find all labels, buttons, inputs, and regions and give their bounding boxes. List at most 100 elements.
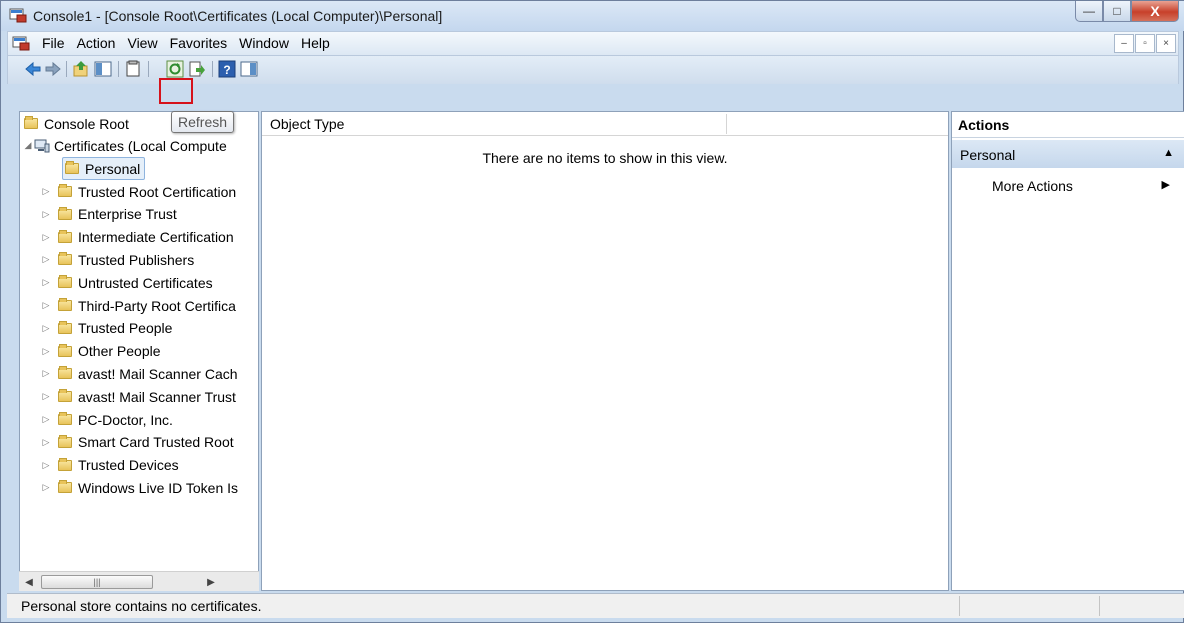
tree-item-label: Enterprise Trust (78, 206, 177, 223)
tree-item[interactable]: ▷ avast! Mail Scanner Trust (40, 385, 236, 408)
tree-item[interactable]: ▷ Trusted Root Certification (40, 180, 237, 203)
forward-icon[interactable] (44, 60, 62, 78)
expand-arrow-icon[interactable]: ▷ (40, 482, 52, 493)
tree-item[interactable]: ▷ Third-Party Root Certifica (40, 294, 236, 317)
title-bar[interactable]: Console1 - [Console Root\Certificates (L… (1, 1, 1184, 31)
properties-icon[interactable] (124, 60, 142, 78)
tree-item[interactable]: ▷ Intermediate Certification (40, 226, 234, 249)
folder-icon (58, 366, 72, 380)
expand-arrow-icon[interactable]: ▷ (40, 186, 52, 197)
menu-bar: File Action View Favorites Window Help –… (7, 31, 1179, 56)
minimize-button[interactable]: — (1075, 1, 1103, 22)
console-tree-pane: Console Root ◢ Certificates (Local Compu… (19, 111, 259, 591)
tree-item[interactable]: ▷ Smart Card Trusted Root (40, 431, 234, 454)
folder-icon (58, 480, 72, 494)
expand-arrow-icon[interactable]: ▷ (40, 460, 52, 471)
expand-arrow-icon[interactable]: ▷ (40, 277, 52, 288)
show-hide-tree-icon[interactable] (94, 60, 112, 78)
computer-icon (34, 139, 50, 152)
console-document-icon[interactable] (12, 35, 30, 51)
status-panel (1099, 596, 1100, 616)
caption-buttons: — □ X (1075, 1, 1179, 23)
maximize-button[interactable]: □ (1103, 1, 1131, 22)
tree-item-label: avast! Mail Scanner Trust (78, 388, 236, 405)
expand-arrow-icon[interactable]: ▷ (40, 300, 52, 311)
collapse-arrow-icon[interactable]: ◢ (22, 140, 34, 151)
scroll-right-icon[interactable]: ▶ (203, 574, 219, 590)
menu-window[interactable]: Window (233, 35, 295, 51)
tree-item-label: Trusted Publishers (78, 251, 195, 268)
tree-item-label: Smart Card Trusted Root (78, 434, 234, 451)
tree-item-console-root[interactable]: Console Root (24, 112, 129, 135)
tree-item-label: Other People (78, 343, 161, 360)
expand-arrow-icon[interactable]: ▷ (40, 323, 52, 334)
tree-item[interactable]: ▷ Trusted Publishers (40, 248, 195, 271)
mdi-close-button[interactable]: × (1156, 34, 1176, 53)
menu-action[interactable]: Action (71, 35, 122, 51)
show-hide-action-icon[interactable] (240, 60, 258, 78)
close-icon: X (1150, 3, 1160, 19)
column-divider[interactable] (726, 114, 727, 134)
expand-arrow-icon[interactable]: ▷ (40, 368, 52, 379)
export-icon[interactable] (188, 60, 206, 78)
expand-arrow-icon[interactable]: ▷ (40, 254, 52, 265)
expand-arrow-icon[interactable]: ▷ (40, 414, 52, 425)
toolbar-separator (66, 61, 67, 77)
mmc-app-icon (9, 8, 27, 23)
folder-icon (58, 434, 72, 448)
mdi-minimize-button[interactable]: – (1114, 34, 1134, 53)
expand-arrow-icon[interactable]: ▷ (40, 391, 52, 402)
menu-favorites[interactable]: Favorites (164, 35, 234, 51)
tree-item[interactable]: ▷ avast! Mail Scanner Cach (40, 362, 238, 385)
tree-item-label: Intermediate Certification (78, 229, 234, 246)
scroll-left-icon[interactable]: ◀ (21, 574, 37, 590)
actions-header: Actions (952, 112, 1184, 138)
tree-item-label: Trusted People (78, 320, 173, 337)
tree-item[interactable]: ▷ PC-Doctor, Inc. (40, 408, 173, 431)
mdi-restore-icon: ▫ (1143, 38, 1147, 49)
folder-icon (58, 343, 72, 357)
back-icon[interactable] (24, 60, 42, 78)
tree-item-certificates[interactable]: ◢ Certificates (Local Compute (22, 134, 227, 157)
folder-icon (58, 412, 72, 425)
mdi-minimize-icon: – (1121, 38, 1127, 49)
tree-horizontal-scrollbar[interactable]: ◀ ||| ▶ (19, 571, 259, 591)
refresh-highlight-box (159, 78, 193, 104)
expand-arrow-icon[interactable]: ▷ (40, 209, 52, 220)
mdi-restore-button[interactable]: ▫ (1135, 34, 1155, 53)
actions-pane: Actions Personal ▲ More Actions ▶ (951, 111, 1184, 591)
tree-item[interactable]: ▷ Trusted Devices (40, 454, 179, 477)
submenu-arrow-icon: ▶ (1161, 179, 1170, 191)
refresh-tooltip: Refresh (171, 111, 235, 133)
up-icon[interactable] (72, 60, 90, 78)
tree-item[interactable]: ▷ Trusted People (40, 317, 173, 340)
folder-icon (24, 116, 38, 129)
tree-item[interactable]: ▷ Untrusted Certificates (40, 271, 213, 294)
window-title: Console1 - [Console Root\Certificates (L… (33, 8, 443, 24)
results-pane: Object Type There are no items to show i… (261, 111, 949, 591)
tree-item[interactable]: ▷ Other People (40, 340, 161, 363)
column-header-object-type[interactable]: Object Type (270, 116, 344, 132)
collapse-up-icon[interactable]: ▲ (1163, 147, 1174, 159)
actions-section-personal[interactable]: Personal ▲ (952, 140, 1184, 168)
actions-title: Actions (958, 117, 1010, 133)
toolbar-separator (212, 61, 213, 77)
tree-item[interactable]: ▷ Windows Live ID Token Is (40, 476, 239, 499)
tree-item-personal[interactable]: Personal (62, 157, 146, 180)
tree-item[interactable]: ▷ Enterprise Trust (40, 203, 177, 226)
expand-arrow-icon[interactable]: ▷ (40, 232, 52, 243)
mdi-buttons: – ▫ × (1114, 34, 1176, 53)
scroll-thumb[interactable]: ||| (41, 575, 153, 589)
close-button[interactable]: X (1131, 1, 1179, 22)
menu-view[interactable]: View (121, 35, 163, 51)
refresh-icon[interactable] (166, 60, 184, 78)
more-actions-item[interactable]: More Actions (992, 178, 1073, 194)
folder-icon (58, 298, 72, 311)
menu-file[interactable]: File (36, 35, 71, 51)
svg-text:?: ? (223, 63, 230, 77)
expand-arrow-icon[interactable]: ▷ (40, 346, 52, 357)
help-icon[interactable]: ? (218, 60, 236, 78)
expand-arrow-icon[interactable]: ▷ (40, 437, 52, 448)
tree-item-label: avast! Mail Scanner Cach (78, 365, 238, 382)
menu-help[interactable]: Help (295, 35, 336, 51)
